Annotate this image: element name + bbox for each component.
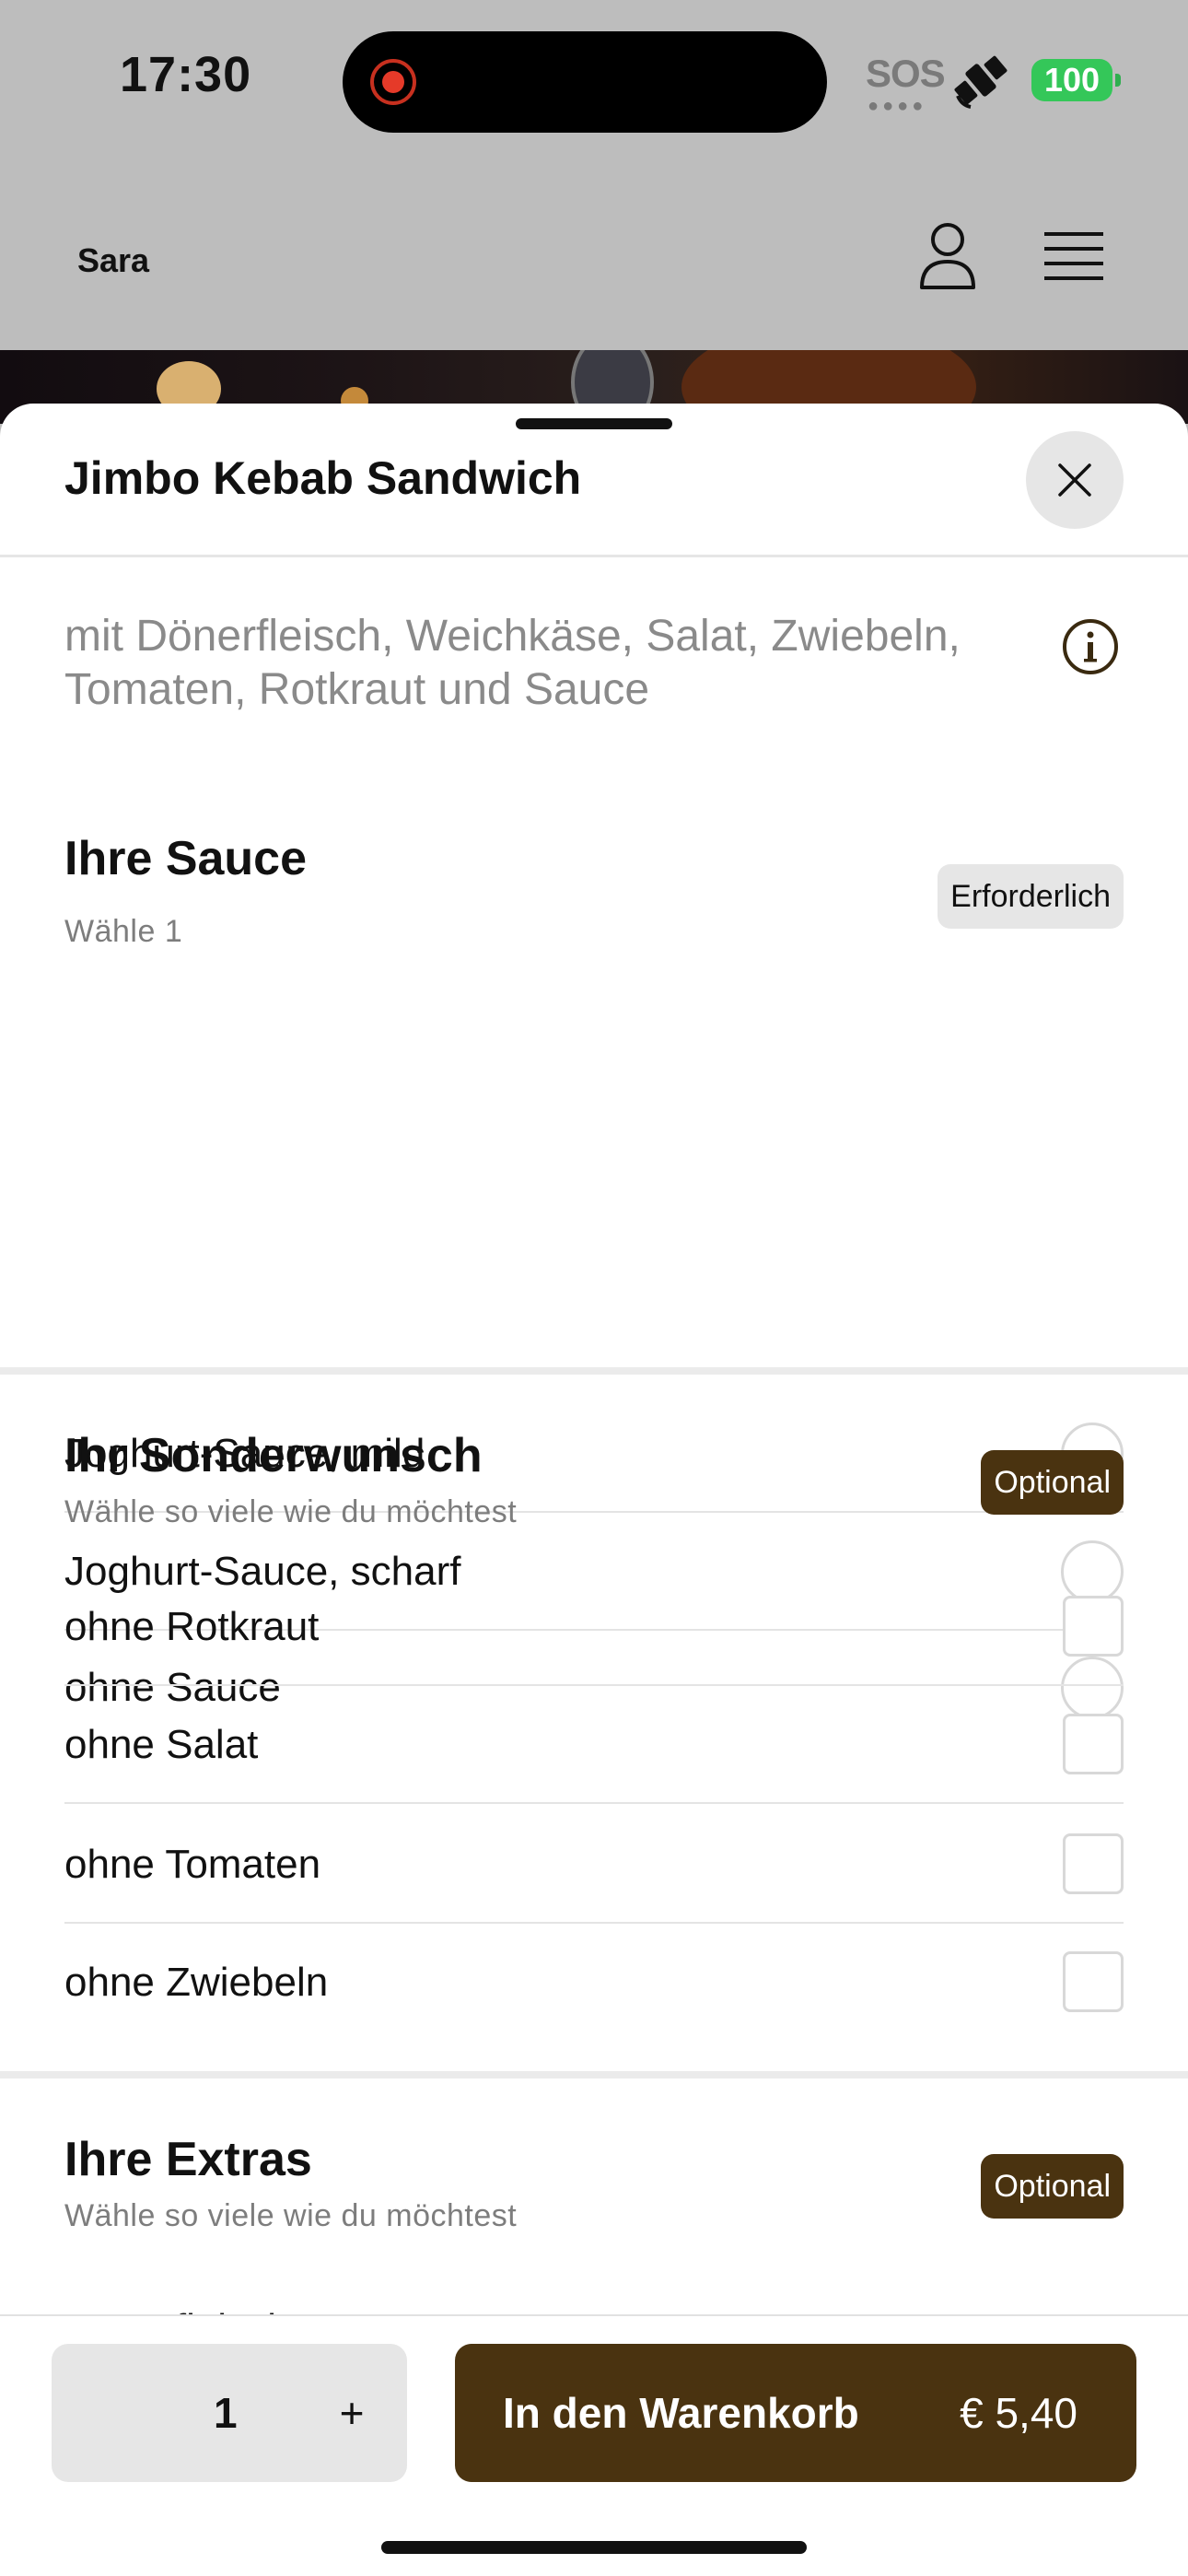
home-indicator[interactable] bbox=[381, 2541, 807, 2554]
sonderwunsch-option-row[interactable]: ohne Zwiebeln bbox=[64, 1924, 1124, 2042]
close-button[interactable] bbox=[1026, 431, 1124, 529]
section-separator bbox=[0, 1367, 1188, 1375]
product-description: mit Dönerfleisch, Weichkäse, Salat, Zwie… bbox=[64, 612, 961, 714]
section-subtitle-sonderwunsch: Wähle so viele wie du möchtest bbox=[64, 1494, 518, 1529]
checkbox[interactable] bbox=[1063, 1714, 1124, 1774]
checkbox[interactable] bbox=[1063, 1596, 1124, 1657]
menu-icon[interactable] bbox=[1044, 230, 1103, 282]
option-label: ohne Tomaten bbox=[64, 1842, 321, 1887]
quantity-plus-button[interactable]: + bbox=[324, 2344, 379, 2482]
section-separator bbox=[0, 2071, 1188, 2078]
sos-icon: SOS bbox=[866, 52, 946, 95]
cart-price: € 5,40 bbox=[960, 2389, 1077, 2437]
checkbox[interactable] bbox=[1063, 1951, 1124, 2012]
row-divider bbox=[64, 1802, 1124, 1804]
add-to-cart-button[interactable]: In den Warenkorb € 5,40 bbox=[455, 2344, 1136, 2482]
quantity-stepper[interactable]: 1 + bbox=[52, 2344, 407, 2482]
status-time: 17:30 bbox=[120, 47, 252, 102]
sonderwunsch-option-row[interactable]: ohne Rotkraut bbox=[64, 1568, 1124, 1686]
quantity-value: 1 bbox=[214, 2389, 238, 2437]
option-label: ohne Rotkraut bbox=[64, 1604, 320, 1649]
section-title-extras: Ihre Extras bbox=[64, 2133, 312, 2186]
signal-dots-icon: ●●●● bbox=[868, 96, 927, 116]
sheet-grabber[interactable] bbox=[516, 418, 672, 429]
product-title: Jimbo Kebab Sandwich bbox=[64, 452, 582, 504]
product-options-sheet: Jimbo Kebab Sandwich mit Dönerfleisch, W… bbox=[0, 404, 1188, 2576]
status-bar: 17:30 SOS ●●●● 100 bbox=[0, 0, 1188, 166]
dynamic-island bbox=[343, 31, 827, 133]
optional-badge: Optional bbox=[981, 2154, 1124, 2219]
close-icon bbox=[1058, 463, 1091, 497]
info-icon[interactable] bbox=[1061, 617, 1120, 676]
title-divider bbox=[0, 555, 1188, 557]
user-icon[interactable] bbox=[917, 221, 978, 291]
add-to-cart-label: In den Warenkorb bbox=[503, 2389, 859, 2437]
checkbox[interactable] bbox=[1063, 1833, 1124, 1894]
option-label: ohne Salat bbox=[64, 1722, 259, 1767]
option-label: ohne Zwiebeln bbox=[64, 1960, 329, 2005]
sonderwunsch-option-row[interactable]: ohne Salat bbox=[64, 1686, 1124, 1804]
section-title-sauce: Ihre Sauce bbox=[64, 832, 308, 885]
bottom-action-bar: 1 + In den Warenkorb € 5,40 bbox=[0, 2314, 1188, 2576]
battery-cap bbox=[1115, 74, 1121, 87]
section-subtitle-extras: Wähle so viele wie du möchtest bbox=[64, 2198, 518, 2233]
battery-icon: 100 bbox=[1031, 59, 1112, 101]
section-subtitle-sauce: Wähle 1 bbox=[64, 914, 183, 949]
app-header: Sara bbox=[0, 166, 1188, 350]
sonderwunsch-option-row[interactable]: ohne Tomaten bbox=[64, 1806, 1124, 1924]
restaurant-name[interactable]: Sara bbox=[77, 241, 149, 280]
section-title-sonderwunsch: Ihr Sonderwunsch bbox=[64, 1429, 483, 1482]
required-badge: Erforderlich bbox=[938, 864, 1124, 929]
satellite-icon bbox=[954, 55, 1007, 109]
record-icon bbox=[370, 59, 416, 105]
optional-badge: Optional bbox=[981, 1450, 1124, 1515]
